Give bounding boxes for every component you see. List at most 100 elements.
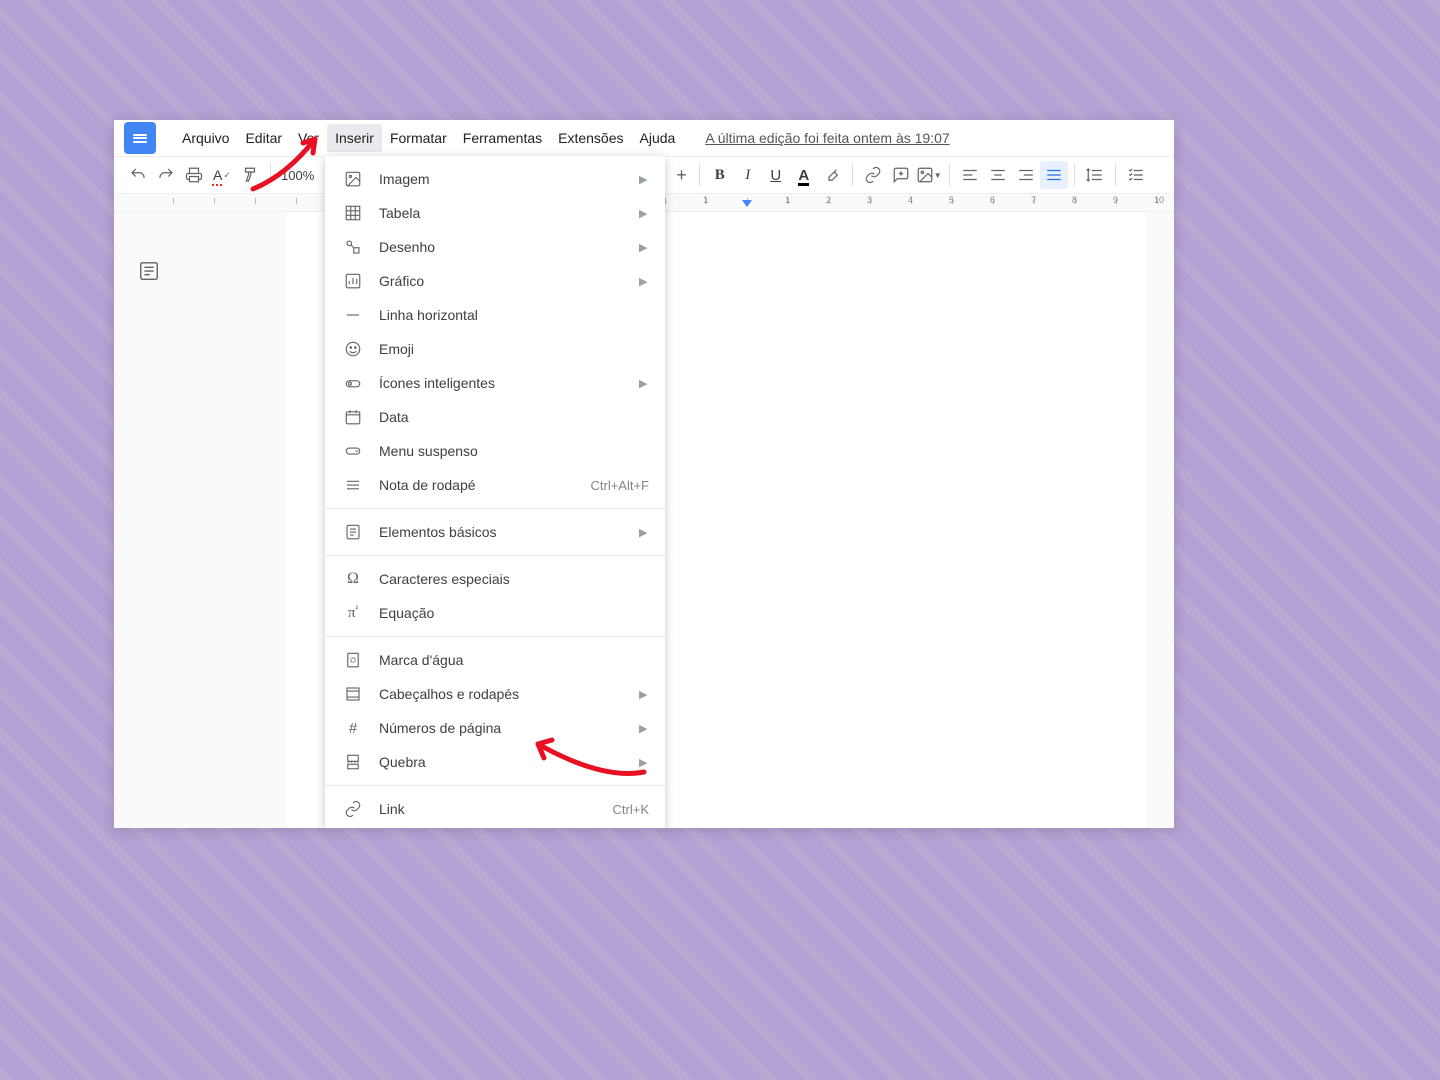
docs-app-window: ArquivoEditarVerInserirFormatarFerrament… (114, 120, 1174, 828)
menu-arquivo[interactable]: Arquivo (174, 124, 237, 152)
insert-menu-data[interactable]: Data (325, 400, 665, 434)
redo-button[interactable] (152, 161, 180, 189)
menu-item-label: Marca d'água (379, 652, 649, 668)
submenu-arrow-icon: ▶ (639, 377, 649, 390)
line-spacing-button[interactable] (1081, 161, 1109, 189)
menu-ferramentas[interactable]: Ferramentas (455, 124, 550, 152)
insert-menu-link[interactable]: LinkCtrl+K (325, 792, 665, 826)
omega-icon: Ω (341, 570, 365, 588)
insert-menu-linha-horizontal[interactable]: Linha horizontal (325, 298, 665, 332)
submenu-arrow-icon: ▶ (639, 722, 649, 735)
menu-item-label: Tabela (379, 205, 639, 221)
submenu-arrow-icon: ▶ (639, 173, 649, 186)
submenu-arrow-icon: ▶ (639, 241, 649, 254)
menu-item-label: Ícones inteligentes (379, 375, 639, 391)
image-icon (341, 170, 365, 188)
insert-menu-marca-d-gua[interactable]: Marca d'água (325, 643, 665, 677)
checklist-button[interactable] (1122, 161, 1150, 189)
menu-item-label: Quebra (379, 754, 639, 770)
menu-inserir[interactable]: Inserir (327, 124, 382, 152)
hash-icon: # (341, 720, 365, 737)
menu-separator (325, 636, 665, 637)
dropdown-icon (341, 442, 365, 460)
menu-separator (325, 555, 665, 556)
menu-item-label: Cabeçalhos e rodapés (379, 686, 639, 702)
insert-menu-dropdown: Imagem▶Tabela▶Desenho▶Gráfico▶Linha hori… (325, 156, 665, 828)
page-break-icon (341, 753, 365, 771)
emoji-icon (341, 340, 365, 358)
ruler-indent-marker[interactable] (742, 200, 752, 207)
menu-formatar[interactable]: Formatar (382, 124, 455, 152)
menu-ver[interactable]: Ver (290, 124, 327, 152)
add-comment-button[interactable] (887, 161, 915, 189)
undo-button[interactable] (124, 161, 152, 189)
underline-button[interactable]: U (762, 161, 790, 189)
insert-image-button[interactable]: ▼ (915, 161, 943, 189)
header-footer-icon (341, 685, 365, 703)
toolbar-separator (852, 164, 853, 186)
menu-extensões[interactable]: Extensões (550, 124, 631, 152)
last-edit-link[interactable]: A última edição foi feita ontem às 19:07 (705, 130, 949, 146)
align-justify-button[interactable] (1040, 161, 1068, 189)
align-left-button[interactable] (956, 161, 984, 189)
menu-item-label: Números de página (379, 720, 639, 736)
building-blocks-icon (341, 523, 365, 541)
submenu-arrow-icon: ▶ (639, 688, 649, 701)
bold-button[interactable]: B (706, 161, 734, 189)
toolbar-separator (1074, 164, 1075, 186)
smart-chips-icon (341, 374, 365, 392)
align-right-button[interactable] (1012, 161, 1040, 189)
menu-item-label: Menu suspenso (379, 443, 649, 459)
insert-menu-desenho[interactable]: Desenho▶ (325, 230, 665, 264)
calendar-icon (341, 408, 365, 426)
insert-menu--cones-inteligentes[interactable]: Ícones inteligentes▶ (325, 366, 665, 400)
chart-icon (341, 272, 365, 290)
menu-separator (325, 508, 665, 509)
insert-menu-quebra[interactable]: Quebra▶ (325, 745, 665, 779)
menu-bar: ArquivoEditarVerInserirFormatarFerrament… (114, 120, 1174, 156)
insert-menu-n-meros-de-p-gina[interactable]: # Números de página▶ (325, 711, 665, 745)
insert-menu-cabe-alhos-e-rodap-s[interactable]: Cabeçalhos e rodapés▶ (325, 677, 665, 711)
submenu-arrow-icon: ▶ (639, 756, 649, 769)
align-center-button[interactable] (984, 161, 1012, 189)
insert-menu-equa-o[interactable]: π² Equação (325, 596, 665, 630)
insert-menu-imagem[interactable]: Imagem▶ (325, 162, 665, 196)
paint-format-button[interactable] (236, 161, 264, 189)
menu-ajuda[interactable]: Ajuda (632, 124, 684, 152)
highlight-button[interactable] (818, 161, 846, 189)
footnote-icon (341, 476, 365, 494)
insert-menu-gr-fico[interactable]: Gráfico▶ (325, 264, 665, 298)
print-button[interactable] (180, 161, 208, 189)
insert-menu-caracteres-especiais[interactable]: Ω Caracteres especiais (325, 562, 665, 596)
docs-logo-icon[interactable] (124, 122, 156, 154)
font-size-increase[interactable]: + (670, 165, 693, 186)
text-color-button[interactable]: A (790, 161, 818, 189)
insert-menu-elementos-b-sicos[interactable]: Elementos básicos▶ (325, 515, 665, 549)
menu-item-label: Nota de rodapé (379, 477, 590, 493)
menu-item-label: Caracteres especiais (379, 571, 649, 587)
toolbar-separator (699, 164, 700, 186)
insert-menu-tabela[interactable]: Tabela▶ (325, 196, 665, 230)
zoom-select[interactable]: 100% (277, 168, 318, 183)
menu-separator (325, 785, 665, 786)
menu-item-label: Desenho (379, 239, 639, 255)
menu-item-label: Data (379, 409, 649, 425)
menu-item-label: Linha horizontal (379, 307, 649, 323)
drawing-icon (341, 238, 365, 256)
menu-shortcut: Ctrl+Alt+F (590, 478, 649, 493)
hr-icon (341, 306, 365, 324)
submenu-arrow-icon: ▶ (639, 526, 649, 539)
insert-menu-emoji[interactable]: Emoji (325, 332, 665, 366)
link-icon (341, 800, 365, 818)
italic-button[interactable]: I (734, 161, 762, 189)
spellcheck-button[interactable]: A✓ (208, 161, 236, 189)
menu-item-label: Equação (379, 605, 649, 621)
menu-editar[interactable]: Editar (237, 124, 290, 152)
outline-toggle-icon[interactable] (138, 260, 162, 284)
pi-icon: π² (341, 604, 365, 622)
table-icon (341, 204, 365, 222)
insert-link-button[interactable] (859, 161, 887, 189)
insert-menu-nota-de-rodap-[interactable]: Nota de rodapéCtrl+Alt+F (325, 468, 665, 502)
insert-menu-menu-suspenso[interactable]: Menu suspenso (325, 434, 665, 468)
toolbar-separator (949, 164, 950, 186)
